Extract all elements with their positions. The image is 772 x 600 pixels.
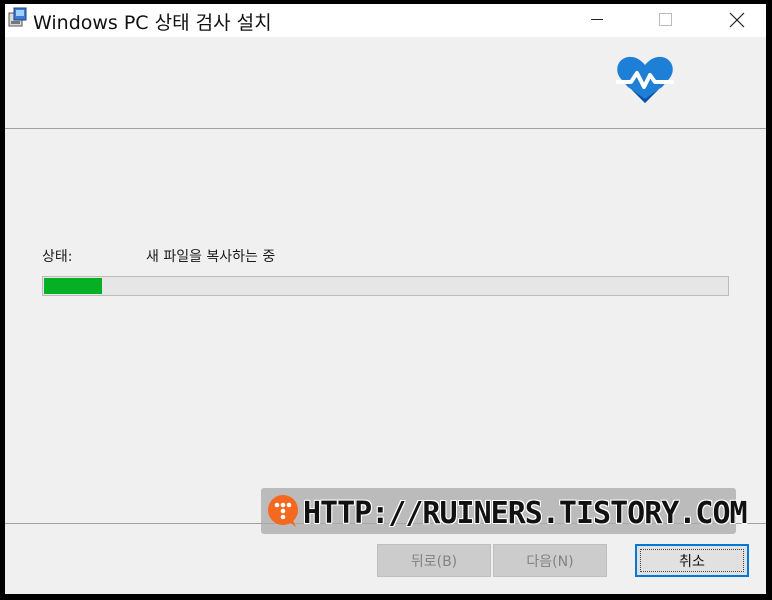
next-button-label: 다음(N) bbox=[526, 553, 574, 570]
status-label: 상태: bbox=[42, 249, 73, 265]
maximize-icon bbox=[658, 13, 672, 26]
tistory-logo-icon bbox=[268, 495, 298, 527]
next-button[interactable]: 다음(N) bbox=[493, 544, 607, 577]
cancel-button[interactable]: 취소 bbox=[635, 544, 749, 577]
progress-fill bbox=[44, 278, 102, 294]
window-title: Windows PC 상태 검사 설치 bbox=[33, 12, 272, 34]
back-button[interactable]: 뒤로(B) bbox=[377, 544, 491, 577]
installer-app-icon bbox=[8, 7, 27, 27]
progress-bar bbox=[42, 276, 729, 296]
watermark-banner: HTTP://RUINERS.TISTORY.COM bbox=[261, 488, 748, 534]
status-text: 새 파일을 복사하는 중 bbox=[146, 249, 276, 265]
watermark-text: HTTP://RUINERS.TISTORY.COM bbox=[303, 496, 748, 531]
close-icon bbox=[729, 12, 745, 27]
header-banner bbox=[5, 37, 766, 129]
close-button[interactable] bbox=[714, 4, 760, 35]
cancel-focus-rect: 취소 bbox=[640, 549, 744, 572]
heart-pulse-icon bbox=[616, 56, 674, 103]
title-bar[interactable]: Windows PC 상태 검사 설치 bbox=[5, 4, 766, 37]
minimize-button[interactable] bbox=[574, 4, 620, 35]
maximize-button[interactable] bbox=[642, 4, 688, 35]
cancel-button-label: 취소 bbox=[679, 553, 705, 570]
installer-window: Windows PC 상태 검사 설치 상태: 새 파일을 복사하는 중 뒤로(… bbox=[5, 4, 766, 594]
minimize-icon bbox=[591, 19, 603, 20]
back-button-label: 뒤로(B) bbox=[410, 553, 458, 570]
